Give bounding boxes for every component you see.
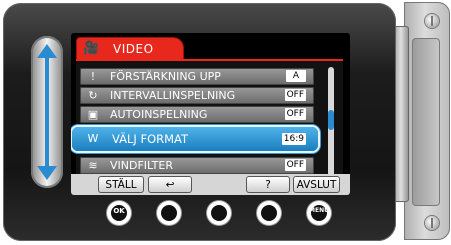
arm-slot bbox=[412, 38, 440, 206]
menu-button[interactable]: MENU bbox=[307, 201, 331, 225]
menu-item-wind-filter[interactable]: ≋ VINDFILTER OFF bbox=[80, 157, 314, 174]
bottom-button-bar: STÄLL ↩ ? AVSLUT bbox=[71, 174, 350, 195]
menu-item-gain-up[interactable]: ! FÖRSTÄRKNING UPP A bbox=[80, 68, 314, 85]
menu-item-value: 16:9 bbox=[281, 133, 306, 145]
menu-item-label: VÄLJ FORMAT bbox=[112, 132, 189, 146]
lcd-hinge-arm bbox=[404, 2, 450, 240]
menu-item-auto-recording[interactable]: ▣ AUTOINSPELNING OFF bbox=[80, 106, 314, 123]
help-button[interactable]: ? bbox=[246, 176, 290, 193]
menu-item-label: INTERVALLINSPELNING bbox=[110, 89, 236, 102]
wind-filter-icon: ≋ bbox=[88, 159, 98, 172]
select-format-icon: W bbox=[87, 132, 99, 145]
menu-title-tab: 🎥 VIDEO bbox=[77, 38, 183, 60]
menu-item-label: VINDFILTER bbox=[110, 159, 173, 172]
touch-slider[interactable] bbox=[31, 36, 63, 188]
menu-title: VIDEO bbox=[113, 42, 154, 56]
video-camera-icon: 🎥 bbox=[83, 41, 100, 56]
back-button[interactable]: ↩ bbox=[148, 176, 192, 193]
interval-recording-icon: ↻ bbox=[88, 89, 98, 102]
slider-down-arrow-icon[interactable] bbox=[37, 166, 57, 180]
hardware-button-4[interactable] bbox=[257, 201, 281, 225]
menu-item-select-format[interactable]: W VÄLJ FORMAT 16:9 bbox=[72, 127, 318, 151]
slider-up-arrow-icon[interactable] bbox=[37, 44, 57, 58]
bottom-screw bbox=[425, 216, 439, 230]
top-screw bbox=[425, 14, 439, 28]
quit-button[interactable]: AVSLUT bbox=[293, 176, 340, 193]
menu-item-value: A bbox=[286, 70, 306, 82]
menu-scrollbar[interactable] bbox=[328, 67, 334, 183]
auto-recording-icon: ▣ bbox=[87, 108, 99, 121]
menu-item-interval-recording[interactable]: ↻ INTERVALLINSPELNING OFF bbox=[80, 87, 314, 104]
ok-button[interactable]: OK bbox=[107, 201, 131, 225]
slider-line bbox=[45, 54, 49, 170]
scrollbar-thumb[interactable] bbox=[328, 110, 334, 130]
set-button[interactable]: STÄLL bbox=[98, 176, 144, 193]
hardware-button-2[interactable] bbox=[157, 201, 181, 225]
menu-item-value: OFF bbox=[284, 108, 306, 120]
menu-item-label: FÖRSTÄRKNING UPP bbox=[110, 70, 221, 83]
lcd-screen: 🎥 VIDEO ! FÖRSTÄRKNING UPP A ↻ INTERVALL… bbox=[71, 33, 350, 195]
gain-up-icon: ! bbox=[90, 70, 96, 83]
menu-item-label: AUTOINSPELNING bbox=[110, 108, 208, 121]
menu-item-value: OFF bbox=[284, 89, 306, 101]
hardware-button-3[interactable] bbox=[207, 201, 231, 225]
menu-item-value: OFF bbox=[284, 159, 306, 171]
